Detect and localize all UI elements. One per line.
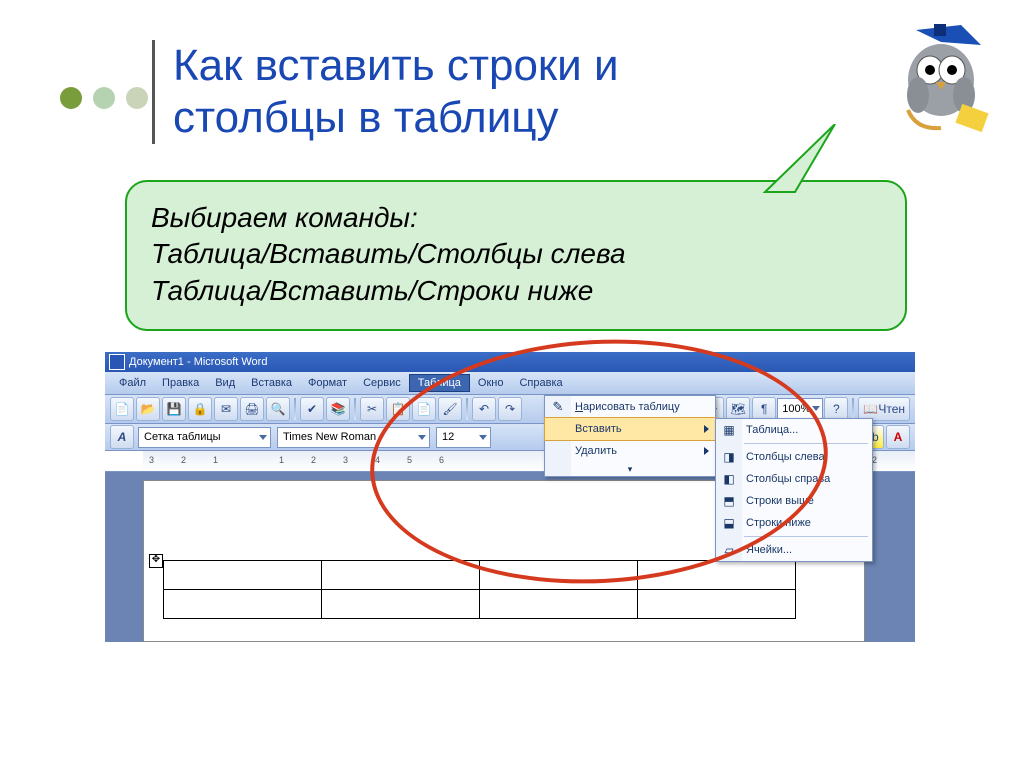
callout-line1: Выбираем команды:: [151, 200, 881, 236]
window-titlebar: Документ1 - Microsoft Word: [105, 352, 915, 372]
submenu-item-rows-below[interactable]: ⬓ Строки ниже: [716, 512, 872, 534]
copy-button[interactable]: 📋: [386, 397, 410, 421]
permission-button[interactable]: 🔒: [188, 397, 212, 421]
preview-button[interactable]: 🔍: [266, 397, 290, 421]
word-icon: [109, 354, 125, 370]
submenu-item-table[interactable]: ▦ Таблица...: [716, 419, 872, 441]
size-combo[interactable]: 12: [436, 427, 491, 448]
zoom-combo[interactable]: 100%: [777, 398, 823, 420]
research-button[interactable]: 📚: [326, 397, 350, 421]
bullet-dot: [126, 87, 148, 109]
submenu-item-cols-right[interactable]: ◧ Столбцы справа: [716, 468, 872, 490]
slide-title: Как вставить строки истолбцы в таблицу: [152, 40, 619, 144]
insert-submenu: ▦ Таблица... ◨ Столбцы слева ◧ Столбцы с…: [715, 418, 873, 562]
submenu-item-cols-left[interactable]: ◨ Столбцы слева: [716, 446, 872, 468]
window-title-text: Документ1 - Microsoft Word: [129, 356, 267, 368]
pencil-icon: ✎: [549, 398, 567, 416]
bullet-dot: [93, 87, 115, 109]
bullet-dot: [60, 87, 82, 109]
insert-col-left-icon: ◨: [720, 448, 738, 466]
style-combo[interactable]: Сетка таблицы: [138, 427, 271, 448]
menu-expand[interactable]: ▾: [545, 462, 715, 476]
menu-edit[interactable]: Правка: [154, 375, 207, 391]
font-color-button[interactable]: A: [886, 425, 910, 449]
insert-row-above-icon: ⬒: [720, 492, 738, 510]
insert-cells-icon: ▱: [720, 541, 738, 559]
menu-table[interactable]: Таблица: [409, 374, 470, 392]
submenu-item-cells[interactable]: ▱ Ячейки...: [716, 539, 872, 561]
print-button[interactable]: 🖨: [240, 397, 264, 421]
new-doc-button[interactable]: 📄: [110, 397, 134, 421]
undo-button[interactable]: ↶: [472, 397, 496, 421]
word-screenshot: Документ1 - Microsoft Word Файл Правка В…: [105, 352, 915, 642]
spell-button[interactable]: ✔: [300, 397, 324, 421]
callout-line2: Таблица/Вставить/Столбцы слева: [151, 236, 881, 272]
menu-view[interactable]: Вид: [207, 375, 243, 391]
font-combo[interactable]: Times New Roman: [277, 427, 430, 448]
redo-button[interactable]: ↷: [498, 397, 522, 421]
cut-button[interactable]: ✂: [360, 397, 384, 421]
menu-file[interactable]: Файл: [111, 375, 154, 391]
format-painter-button[interactable]: 🖌: [438, 397, 462, 421]
table-move-handle[interactable]: ✥: [149, 554, 163, 568]
title-line2: столбцы в таблицу: [173, 93, 559, 142]
save-button[interactable]: 💾: [162, 397, 186, 421]
menu-item-insert[interactable]: Вставить: [544, 417, 716, 441]
title-line1: Как вставить строки и: [173, 41, 619, 90]
instruction-callout: Выбираем команды: Таблица/Вставить/Столб…: [125, 180, 907, 331]
menu-help[interactable]: Справка: [511, 375, 570, 391]
callout-line3: Таблица/Вставить/Строки ниже: [151, 273, 881, 309]
callout-pointer: [755, 124, 845, 194]
menu-format[interactable]: Формат: [300, 375, 355, 391]
open-button[interactable]: 📂: [136, 397, 160, 421]
insert-col-right-icon: ◧: [720, 470, 738, 488]
table-menu-dropdown: ✎ Нарисовать таблицу Вставить Удалить ▾: [544, 395, 716, 477]
menu-bar[interactable]: Файл Правка Вид Вставка Формат Сервис Та…: [105, 372, 915, 395]
menu-tools[interactable]: Сервис: [355, 375, 409, 391]
document-table[interactable]: [163, 560, 796, 619]
submenu-arrow-icon: [704, 447, 709, 455]
menu-item-delete[interactable]: Удалить: [545, 440, 715, 462]
menu-insert[interactable]: Вставка: [243, 375, 300, 391]
mail-button[interactable]: ✉: [214, 397, 238, 421]
chevron-down-icon: ▾: [628, 464, 633, 475]
insert-row-below-icon: ⬓: [720, 514, 738, 532]
style-a-button[interactable]: A: [110, 425, 134, 449]
menu-item-draw-table[interactable]: ✎ Нарисовать таблицу: [545, 396, 715, 418]
table-icon: ▦: [720, 421, 738, 439]
menu-window[interactable]: Окно: [470, 375, 512, 391]
submenu-arrow-icon: [704, 425, 709, 433]
submenu-item-rows-above[interactable]: ⬒ Строки выше: [716, 490, 872, 512]
owl-mascot: [886, 20, 996, 140]
paste-button[interactable]: 📄: [412, 397, 436, 421]
